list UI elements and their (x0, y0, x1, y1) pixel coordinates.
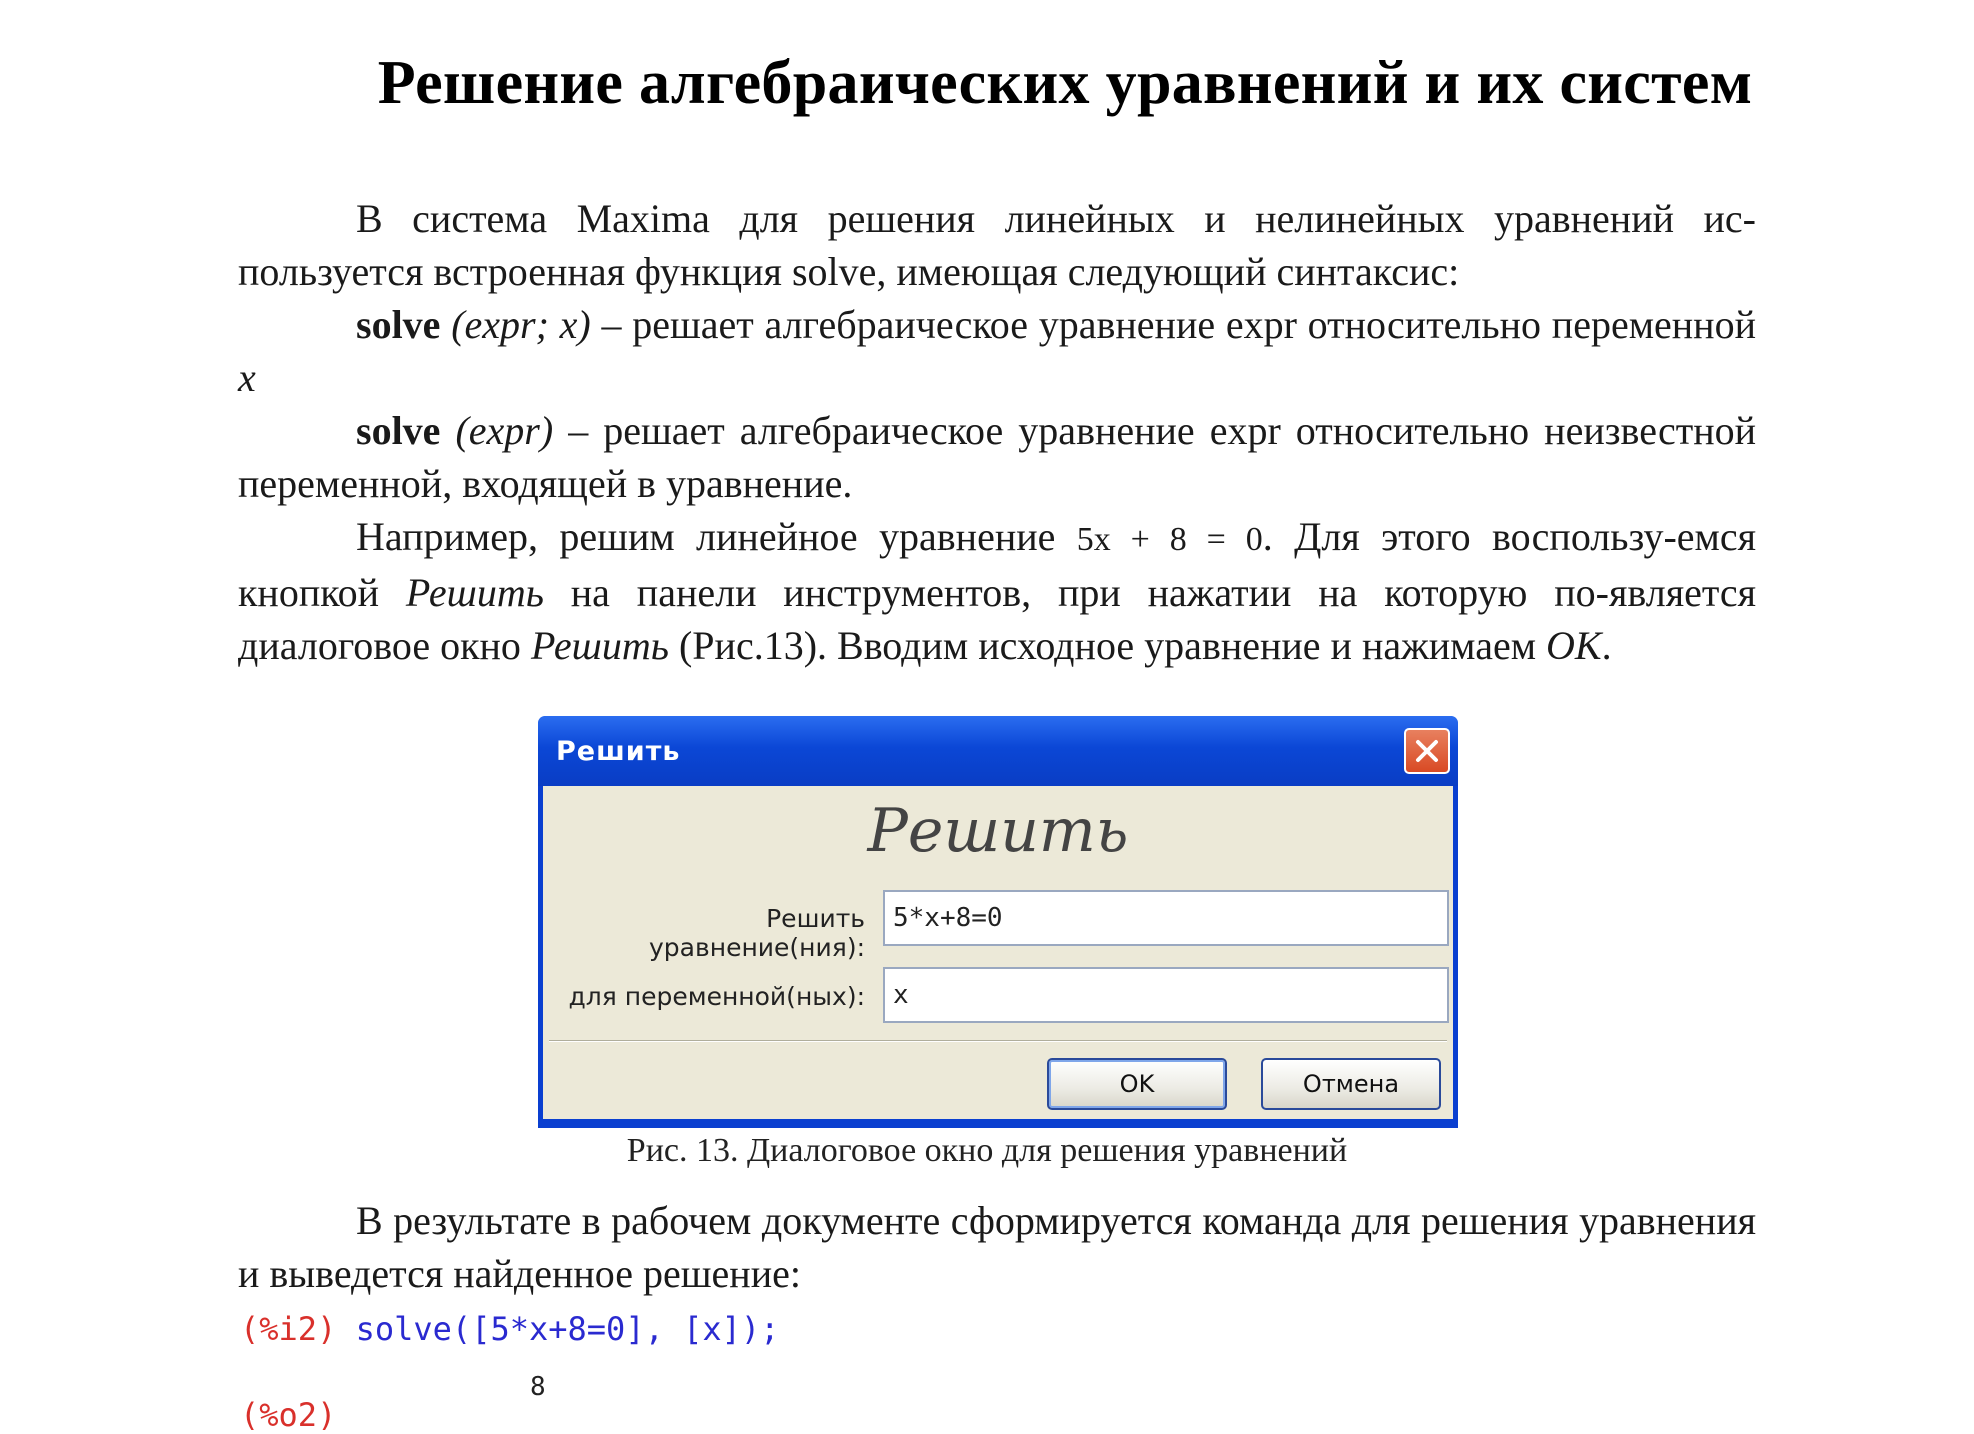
example-text-1: Например, решим линейное уравнение (356, 514, 1077, 559)
code-input-line: (%i2) solve([5*x+8=0], [x]); (240, 1310, 779, 1348)
dialog-heading: Решить (867, 796, 1129, 866)
function-name: solve (356, 302, 441, 347)
ok-reference: OK (1546, 623, 1602, 668)
example-text-4: (Рис.13). Вводим исходное уравнение и на… (668, 623, 1547, 668)
paragraph-intro: В система Maxima для решения линейных и … (238, 192, 1756, 298)
dialog-window-title: Решить (556, 735, 681, 767)
dialog-titlebar[interactable]: Решить (538, 716, 1458, 786)
example-text-5: . (1601, 623, 1612, 668)
figure-caption: Рис. 13. Диалоговое окно для решения ура… (626, 1132, 1348, 1169)
dialog-reference: Решить (530, 623, 669, 668)
input-prompt: (%i2) (240, 1310, 337, 1348)
result-text: В результате в рабочем документе сформир… (238, 1194, 1756, 1300)
document-page: Решение алгебраических уравнений и их си… (0, 0, 1974, 1434)
paragraph-solve-one-arg: solve (expr) – решает алгебраическое ура… (238, 404, 1756, 510)
dialog-body: Решить Решить уравнение(ния): 5*x+8=0 дл… (543, 786, 1453, 1119)
function-name: solve (356, 408, 441, 453)
page-title: Решение алгебраических уравнений и их си… (377, 49, 1753, 117)
close-icon (1416, 740, 1438, 762)
function-args: (expr; x) (451, 302, 591, 347)
equation-input[interactable]: 5*x+8=0 (883, 890, 1449, 946)
ok-button[interactable]: OK (1047, 1058, 1227, 1110)
variable-name: x (238, 355, 256, 400)
intro-text: В система Maxima для решения линейных и … (238, 192, 1756, 672)
toolbar-button-reference: Решить (405, 570, 544, 615)
paragraph-result: В результате в рабочем документе сформир… (238, 1198, 1756, 1296)
cancel-button[interactable]: Отмена (1261, 1058, 1441, 1110)
close-button[interactable] (1404, 728, 1450, 774)
solve-dialog: Решить Решить Решить уравнение(ния): 5*x… (538, 716, 1458, 1128)
paragraph-example: Например, решим линейное уравнение 5x + … (238, 510, 1756, 672)
output-prompt: (%o2) (240, 1396, 337, 1434)
dialog-separator (549, 1040, 1447, 1042)
variable-input[interactable]: x (883, 967, 1449, 1023)
fraction-numerator: 8 (530, 1372, 546, 1402)
equation: 5x + 8 = 0 (1076, 521, 1263, 558)
solve-command: solve([5*x+8=0], [x]); (355, 1310, 780, 1348)
function-description: – решает алгебраическое уравнение expr о… (590, 302, 1756, 347)
variable-label: для переменной(ных): (568, 982, 865, 1011)
intro-text-span: В система Maxima для решения линейных и … (238, 196, 1756, 294)
equation-label: Решить уравнение(ния): (649, 904, 865, 962)
function-args: (expr) (455, 408, 554, 453)
paragraph-solve-two-args: solve (expr; x) – решает алгебраическое … (238, 298, 1756, 404)
